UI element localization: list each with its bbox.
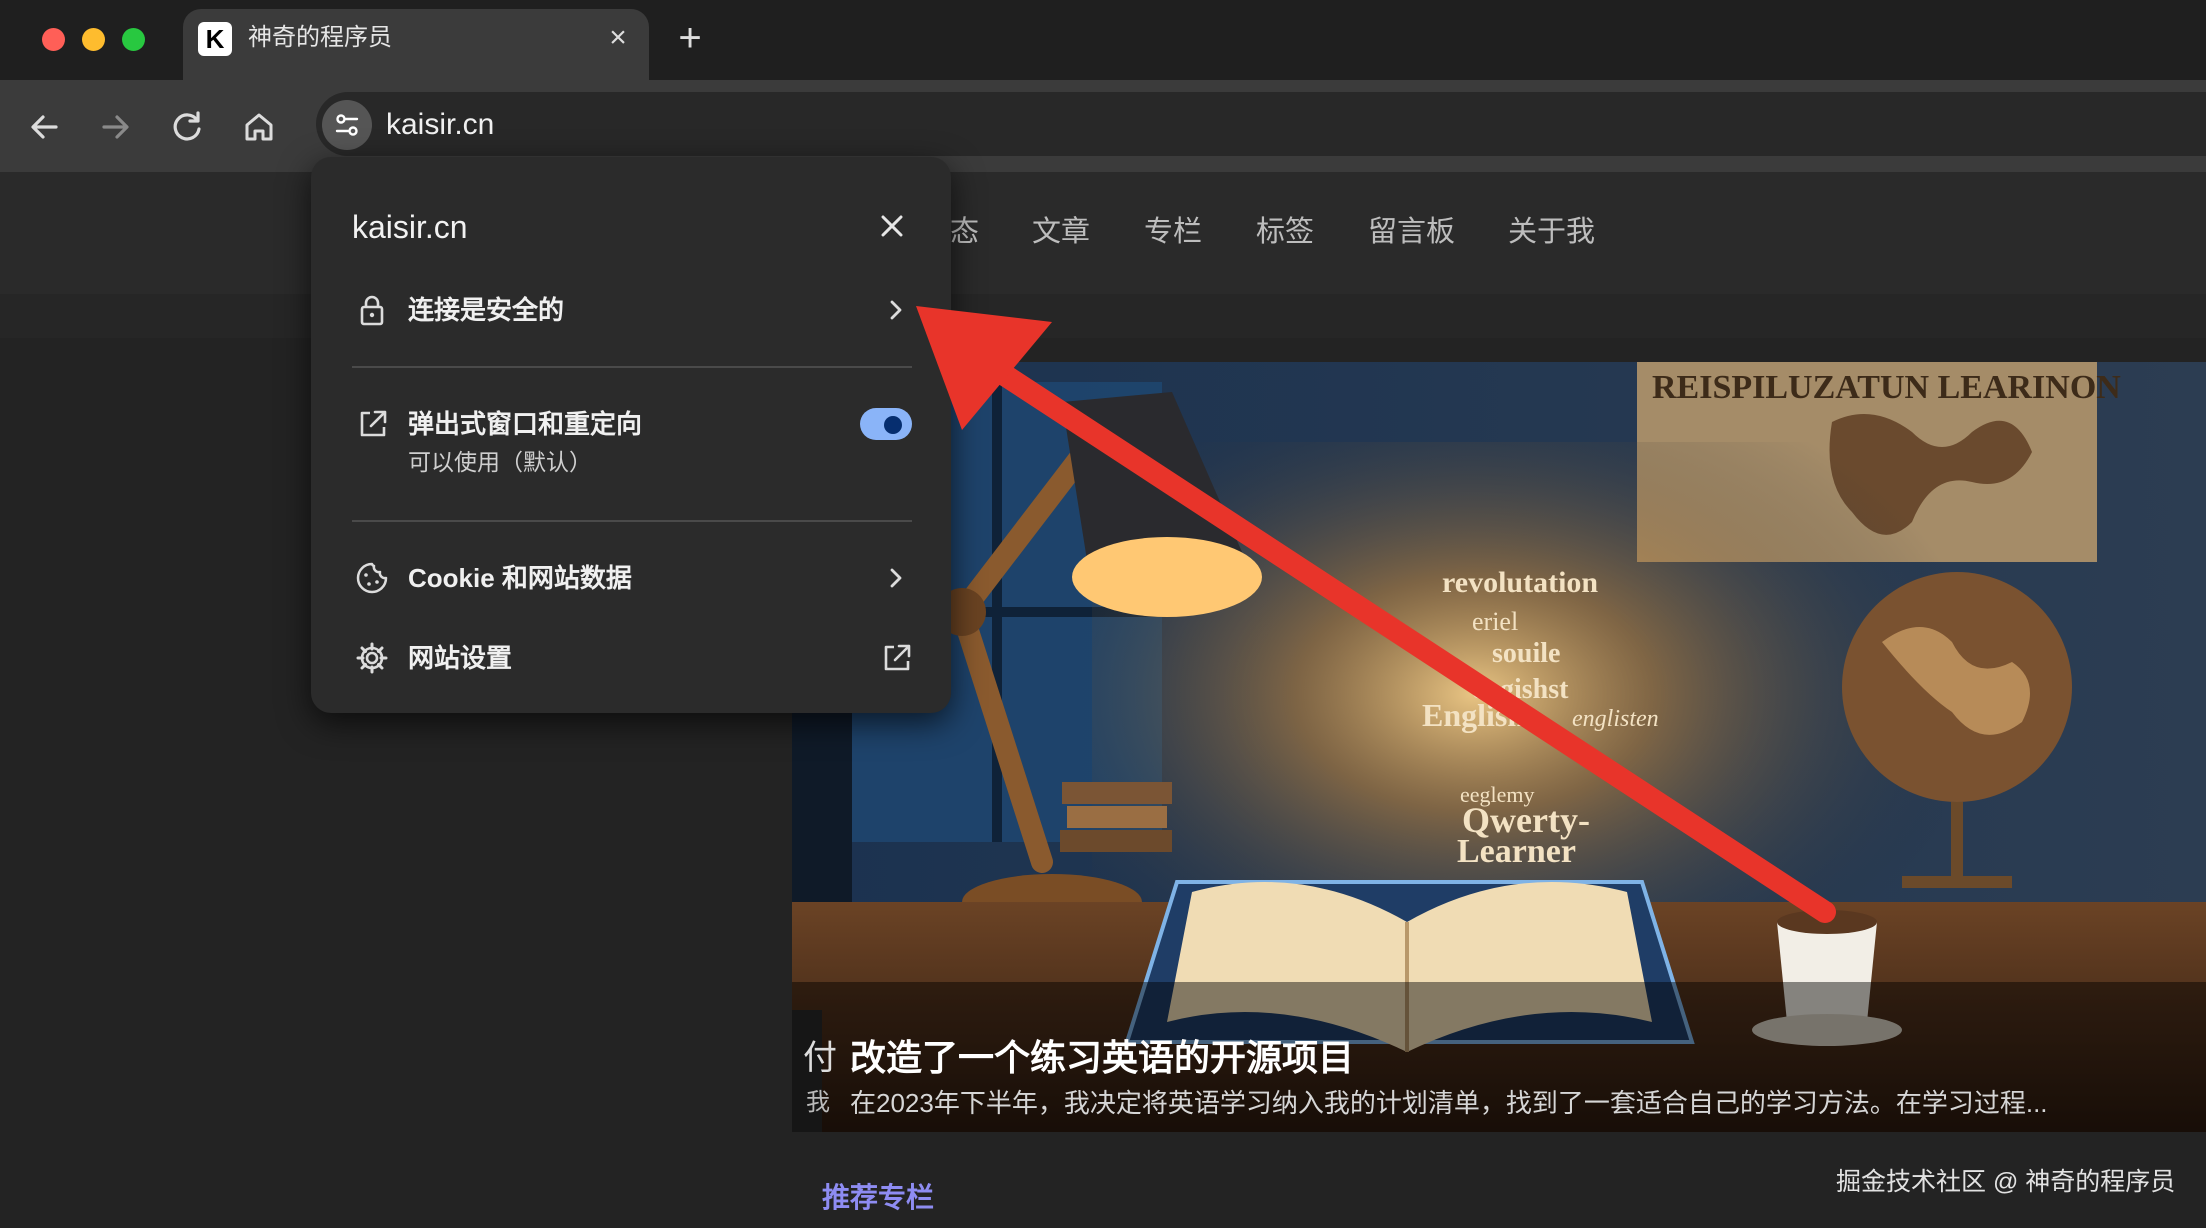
annotation-arrow [916, 306, 1836, 923]
